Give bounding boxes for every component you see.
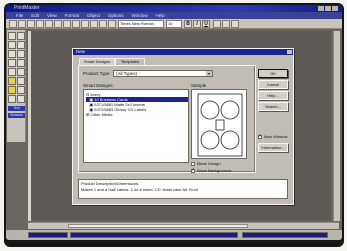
zoom-icon[interactable] [90,20,98,28]
horizontal-scrollbar[interactable] [28,222,339,229]
menu-options[interactable]: Options [108,12,124,19]
status-bar [6,230,342,240]
chevron-down-icon[interactable]: ▾ [206,71,212,76]
help-button[interactable]: Help... [258,91,288,100]
menu-bar: File Edit View Format Object Options Win… [6,12,342,19]
status-segment [70,232,238,238]
close-button[interactable] [332,6,338,11]
copy-icon[interactable] [54,20,62,28]
new-dialog: New Smart Designs Templates Product Type… [72,48,294,205]
frame-tool-icon[interactable] [17,86,25,94]
menu-window[interactable]: Window [132,12,148,19]
hand-tool-icon[interactable] [17,41,25,49]
menu-file[interactable]: File [16,12,23,19]
text-tool-icon[interactable] [8,59,16,67]
app-title: PrintMaster [14,5,40,11]
cut-icon[interactable] [45,20,53,28]
align-center-icon[interactable] [222,20,230,28]
designs-tree[interactable]: ⊟ Avery ▣ 10 Business Cards ▣ 5371/5881 … [83,89,189,163]
app-titlebar: PrintMaster [6,5,342,12]
save-icon[interactable] [27,20,35,28]
minimize-button[interactable] [318,6,324,11]
underline-button[interactable]: U [202,20,210,28]
blank-design-checkbox[interactable] [191,162,195,166]
color-tool-icon[interactable] [8,95,16,103]
vertical-ruler [28,31,31,221]
new-file-icon[interactable] [9,20,17,28]
cancel-button[interactable]: Cancel [258,80,288,89]
screen: PrintMaster File Edit View Format Object… [6,5,342,240]
monitor-surround: PrintMaster File Edit View Format Object… [0,0,347,251]
gradient-tool-icon[interactable] [17,95,25,103]
paste-icon[interactable] [63,20,71,28]
redo-icon[interactable] [81,20,89,28]
palette-label-shadow[interactable]: Shadow [8,113,25,118]
font-name-select[interactable]: Times New Roman [118,20,164,28]
menu-view[interactable]: View [47,12,57,19]
new-window-checkbox[interactable] [258,134,262,139]
font-size-select[interactable]: 10 [166,20,182,28]
description-header: Product Description/Dimensions: [81,181,140,186]
undo-icon[interactable] [72,20,80,28]
description-text: Makes 1 and a Half Labels. 2 on a sheet.… [81,187,198,192]
crop-tool-icon[interactable] [8,41,16,49]
zoom-out-tool-icon[interactable] [17,50,25,58]
align-right-icon[interactable] [231,20,239,28]
tab-templates[interactable]: Templates [115,58,145,65]
vertical-scrollbar[interactable] [333,31,340,221]
status-segment [28,232,68,238]
palette-label-text[interactable]: Text [8,106,25,111]
description-box: Product Description/Dimensions: Makes 1 … [78,179,288,199]
information-button[interactable]: Information... [258,143,288,152]
zoom-in-tool-icon[interactable] [8,50,16,58]
menu-format[interactable]: Format [65,12,79,19]
status-segment [242,232,328,238]
rectangle-tool-icon[interactable] [8,68,16,76]
open-file-icon[interactable] [18,20,26,28]
align-left-icon[interactable] [213,20,221,28]
menu-edit[interactable]: Edit [31,12,39,19]
tool-palette: Text Shadow [7,30,26,142]
tree-item[interactable]: ⊞ Other Media [86,112,114,117]
dialog-title: New [73,49,293,55]
shape-tool-icon[interactable] [8,77,16,85]
sample-label: Sample [191,83,207,88]
dialog-close-icon[interactable] [287,50,292,54]
product-type-select[interactable]: (All Types) ▾ [113,70,213,77]
italic-button[interactable]: I [193,20,201,28]
grid-icon[interactable] [99,20,107,28]
show-backgrounds-label: Show Backgrounds [197,168,232,173]
ellipse-tool-icon[interactable] [17,68,25,76]
tab-smart-designs[interactable]: Smart Designs [79,58,115,65]
bold-button[interactable]: B [184,20,192,28]
sample-preview [191,89,247,159]
menu-object[interactable]: Object [87,12,100,19]
print-icon[interactable] [36,20,44,28]
menu-help[interactable]: Help [156,12,165,19]
window-controls [318,6,338,11]
toolbar: Times New Roman 10 B I U [6,19,342,29]
fill-tool-icon[interactable] [17,77,25,85]
product-type-value: (All Types) [116,71,138,76]
ok-button[interactable]: OK [258,69,288,78]
maximize-button[interactable] [325,6,331,11]
line-tool-icon[interactable] [17,59,25,67]
rotate-tool-icon[interactable] [17,32,25,40]
pointer-tool-icon[interactable] [8,32,16,40]
search-button[interactable]: Search... [258,102,288,111]
new-window-label: New Window [264,134,288,139]
help-icon[interactable] [108,20,116,28]
picture-tool-icon[interactable] [8,86,16,94]
scroll-thumb[interactable] [68,224,248,228]
blank-design-label: Blank Design [197,161,221,166]
smart-designs-label: Smart Designs: [83,83,114,88]
show-backgrounds-checkbox[interactable] [191,168,195,173]
product-type-label: Product Type: [83,71,111,76]
sample-labels-graphic [197,93,243,157]
